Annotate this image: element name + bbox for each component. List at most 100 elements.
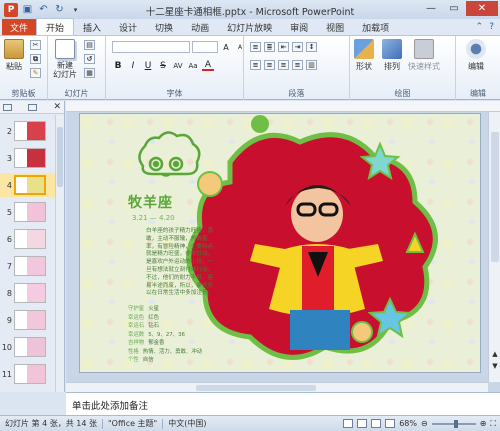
quick-styles-button[interactable]: 快速样式 bbox=[408, 39, 440, 72]
align-left-icon[interactable]: ≡ bbox=[250, 60, 261, 70]
bold-icon[interactable]: B bbox=[112, 60, 124, 71]
slide-thumbnail[interactable]: 2 bbox=[0, 119, 56, 143]
strikethrough-icon[interactable]: S bbox=[157, 60, 169, 71]
slide-scrollbar[interactable]: ▲ ▼ bbox=[488, 112, 500, 382]
zodiac-dates: 3.21 — 4.20 bbox=[132, 214, 175, 222]
slide-thumbnail[interactable]: 10 bbox=[0, 335, 56, 359]
slide-thumbnail-panel: ✕ 2 3 4 5 6 7 8 9 10 11 bbox=[0, 101, 65, 392]
redo-icon[interactable]: ↻ bbox=[53, 3, 66, 16]
quick-styles-icon bbox=[414, 39, 434, 59]
close-panel-icon[interactable]: ✕ bbox=[53, 102, 61, 112]
layout-icon[interactable]: ▤ bbox=[84, 40, 95, 50]
font-size-combo[interactable] bbox=[192, 41, 218, 53]
undo-icon[interactable]: ↶ bbox=[37, 3, 50, 16]
tab-file[interactable]: 文件 bbox=[2, 19, 36, 35]
copy-icon[interactable]: ⧉ bbox=[30, 54, 41, 64]
format-painter-icon[interactable]: ✎ bbox=[30, 68, 41, 78]
reset-icon[interactable]: ↺ bbox=[84, 54, 95, 64]
tab-view[interactable]: 视图 bbox=[317, 19, 353, 35]
numbering-icon[interactable]: ≣ bbox=[264, 42, 275, 52]
info-row: 幸运数 5、9、27、36 bbox=[128, 330, 185, 338]
group-paragraph: ≡ ≣ ⇤ ⇥ ↕ ≡ ≡ ≡ ≡ ▥ 段落 bbox=[244, 36, 350, 100]
align-center-icon[interactable]: ≡ bbox=[264, 60, 275, 70]
slide-thumbnail[interactable]: 9 bbox=[0, 308, 56, 332]
align-right-icon[interactable]: ≡ bbox=[278, 60, 289, 70]
info-value: 火星 bbox=[148, 306, 159, 312]
arrange-button[interactable]: 排列 bbox=[382, 39, 402, 72]
scroll-thumb[interactable] bbox=[491, 132, 499, 262]
tab-insert[interactable]: 插入 bbox=[74, 19, 110, 35]
shapes-button[interactable]: 形状 bbox=[354, 39, 374, 72]
new-slide-button[interactable]: 新建 幻灯片 bbox=[52, 39, 78, 79]
reading-view-icon[interactable] bbox=[371, 419, 382, 428]
close-button[interactable]: ✕ bbox=[466, 1, 498, 16]
slide-canvas[interactable]: 牧羊座 3.21 — 4.20 白羊座的孩子精力旺盛，勇敢，主动不服输，热情直率… bbox=[79, 113, 481, 373]
thumbnail-scrollbar[interactable] bbox=[55, 115, 64, 392]
change-case-icon[interactable]: Aa bbox=[187, 60, 199, 71]
slides-tab-icon[interactable] bbox=[3, 103, 12, 111]
slide-thumbnail[interactable]: 5 bbox=[0, 200, 56, 224]
slide-number: 7 bbox=[6, 261, 12, 271]
maximize-button[interactable]: ▭ bbox=[443, 1, 465, 16]
info-value: 郁金香 bbox=[148, 340, 165, 346]
tab-home[interactable]: 开始 bbox=[36, 18, 75, 35]
tab-slideshow[interactable]: 幻灯片放映 bbox=[218, 19, 281, 35]
notes-pane[interactable]: 单击此处添加备注 bbox=[66, 392, 500, 415]
paste-icon bbox=[4, 39, 24, 59]
help-icon[interactable]: ? bbox=[489, 22, 494, 32]
slide-thumbnail[interactable]: 8 bbox=[0, 281, 56, 305]
zoom-level[interactable]: 68% bbox=[399, 419, 417, 428]
zoom-in-icon[interactable]: ⊕ bbox=[480, 419, 487, 428]
save-icon[interactable]: ▣ bbox=[21, 3, 34, 16]
tab-design[interactable]: 设计 bbox=[110, 19, 146, 35]
grow-font-icon[interactable]: A bbox=[220, 42, 232, 53]
tab-animations[interactable]: 动画 bbox=[182, 19, 218, 35]
slide-thumbnail[interactable]: 6 bbox=[0, 227, 56, 251]
minimize-ribbon-icon[interactable]: ⌃ bbox=[476, 22, 484, 32]
increase-indent-icon[interactable]: ⇥ bbox=[292, 42, 303, 52]
decrease-indent-icon[interactable]: ⇤ bbox=[278, 42, 289, 52]
tab-transitions[interactable]: 切换 bbox=[146, 19, 182, 35]
char-spacing-icon[interactable]: AV bbox=[172, 60, 184, 71]
outline-tab-icon[interactable] bbox=[28, 103, 38, 111]
bullets-icon[interactable]: ≡ bbox=[250, 42, 261, 52]
paste-button[interactable]: 粘贴 bbox=[4, 39, 24, 72]
prev-slide-icon[interactable]: ▲ bbox=[489, 350, 500, 360]
tab-addins[interactable]: 加载项 bbox=[353, 19, 398, 35]
slide-thumbnail-image bbox=[14, 202, 46, 222]
underline-icon[interactable]: U bbox=[142, 60, 154, 71]
slide-number: 5 bbox=[6, 207, 12, 217]
font-name-combo[interactable] bbox=[112, 41, 190, 53]
slide-thumbnail[interactable]: 4 bbox=[0, 173, 56, 197]
minimize-button[interactable]: — bbox=[420, 1, 442, 16]
slide-thumbnail-image bbox=[14, 229, 46, 249]
slide-sorter-view-icon[interactable] bbox=[357, 419, 368, 428]
font-color-icon[interactable]: A bbox=[202, 60, 214, 71]
fit-window-icon[interactable]: ⛶ bbox=[490, 419, 496, 429]
slide-thumbnail-image bbox=[14, 310, 46, 330]
info-label: 幸运石 bbox=[128, 323, 145, 329]
slide-thumbnail[interactable]: 7 bbox=[0, 254, 56, 278]
line-spacing-icon[interactable]: ↕ bbox=[306, 42, 317, 52]
next-slide-icon[interactable]: ▼ bbox=[489, 362, 500, 372]
section-icon[interactable]: ▦ bbox=[84, 68, 95, 78]
cut-icon[interactable]: ✂ bbox=[30, 40, 41, 50]
slide-thumbnail[interactable]: 3 bbox=[0, 146, 56, 170]
slide-thumbnail[interactable]: 11 bbox=[0, 362, 56, 386]
zoom-out-icon[interactable]: ⊖ bbox=[421, 419, 428, 428]
customize-qat-icon[interactable]: ▾ bbox=[69, 3, 82, 16]
language[interactable]: 中文(中国) bbox=[163, 418, 211, 429]
italic-icon[interactable]: I bbox=[127, 60, 139, 71]
horizontal-scrollbar[interactable] bbox=[66, 382, 488, 392]
powerpoint-logo-icon[interactable]: P bbox=[4, 2, 18, 17]
normal-view-icon[interactable] bbox=[343, 419, 354, 428]
editing-button[interactable]: 编辑 bbox=[466, 39, 486, 72]
info-label: 个性 bbox=[128, 357, 139, 363]
slide-thumbnail-image bbox=[14, 364, 46, 384]
columns-icon[interactable]: ▥ bbox=[306, 60, 317, 70]
tab-review[interactable]: 审阅 bbox=[281, 19, 317, 35]
group-drawing: 形状 排列 快速样式 绘图 bbox=[350, 36, 456, 100]
slideshow-view-icon[interactable] bbox=[385, 419, 396, 428]
justify-icon[interactable]: ≡ bbox=[292, 60, 303, 70]
zoom-slider[interactable] bbox=[431, 419, 476, 428]
